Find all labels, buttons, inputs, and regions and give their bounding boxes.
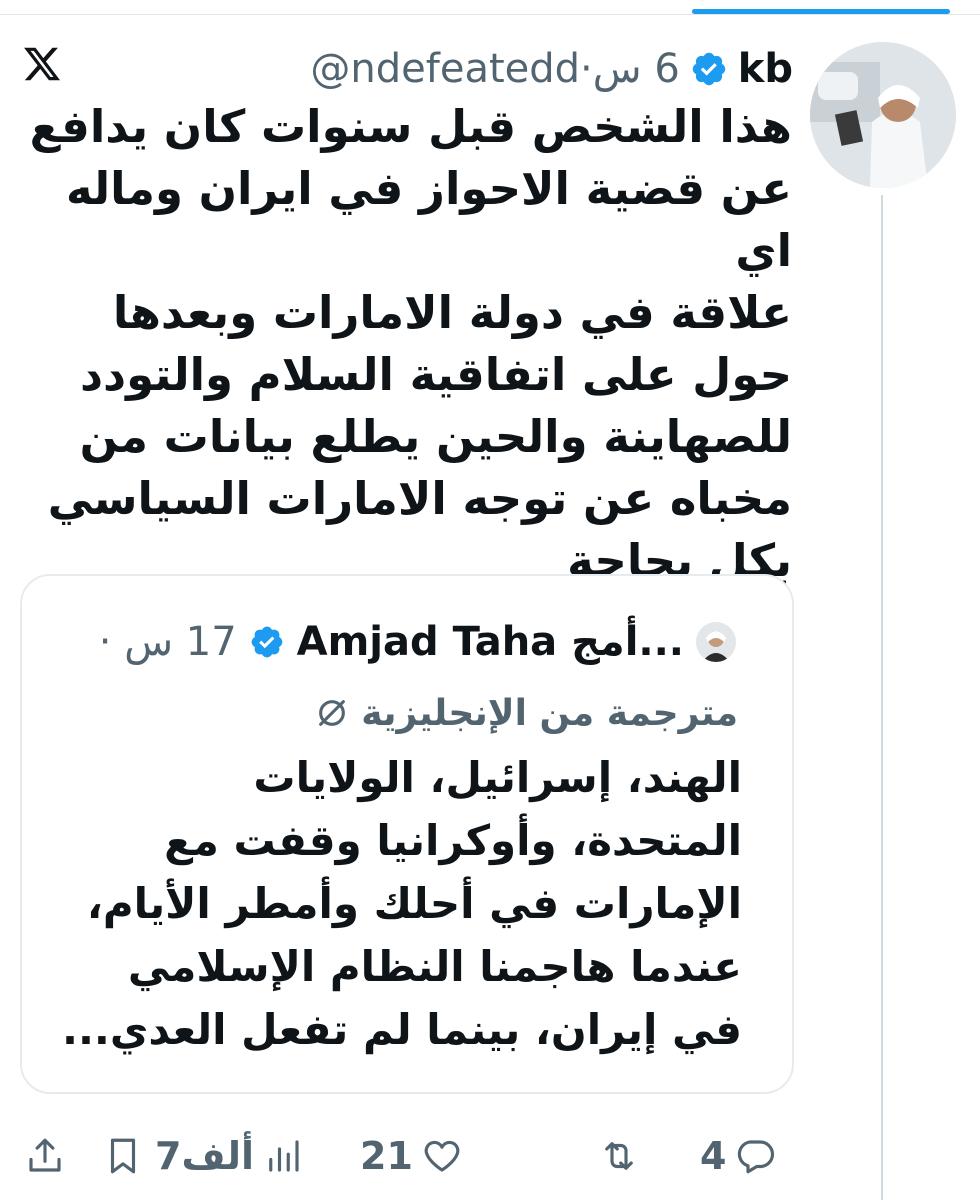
translated-from-english-label: مترجمة من الإنجليزية	[361, 692, 738, 734]
quote-text: الهند، إسرائيل، الولايات المتحدة، وأوكرا…	[62, 753, 742, 1054]
avatar-photo-icon	[810, 42, 956, 188]
thread-connector	[881, 195, 883, 1200]
meta-separator: ·	[580, 46, 593, 92]
tweet-time: 6 س	[592, 46, 680, 92]
retweet-button[interactable]	[590, 1128, 640, 1184]
tweet-header: kb @ndefeatedd·6 س	[310, 42, 793, 96]
active-tab-indicator	[692, 9, 950, 14]
author-avatar[interactable]	[810, 42, 956, 188]
reply-count: 4	[700, 1134, 727, 1178]
quote-header: Amjad Taha أمج... · 17 س	[99, 616, 736, 668]
share-icon	[29, 1138, 61, 1172]
tweet-handle-time[interactable]: @ndefeatedd·6 س	[310, 46, 679, 92]
views-button[interactable]: 7ألف	[155, 1128, 304, 1184]
verified-badge-icon	[692, 52, 725, 86]
quote-verified-badge-icon	[251, 626, 283, 658]
retweet-icon	[605, 1142, 633, 1170]
author-handle: @ndefeatedd	[310, 46, 581, 92]
heart-icon	[424, 1140, 460, 1172]
quoted-tweet-card[interactable]: Amjad Taha أمج... · 17 س مترجمة من الإنج…	[20, 574, 794, 1094]
like-count: 21	[360, 1134, 413, 1178]
tweet-action-bar: 4 21 7ألف	[0, 1128, 980, 1184]
reply-button[interactable]: 4	[700, 1128, 776, 1184]
like-button[interactable]: 21	[360, 1128, 463, 1184]
quote-avatar-photo-icon	[696, 622, 736, 662]
quote-author-avatar	[696, 622, 736, 662]
x-logo-icon[interactable]	[22, 44, 62, 84]
quote-author-name: Amjad Taha أمج...	[296, 619, 684, 665]
bookmark-button[interactable]	[102, 1128, 144, 1184]
quote-separator: ·	[98, 619, 112, 665]
views-count: 7ألف	[155, 1134, 255, 1178]
bookmark-icon	[110, 1138, 136, 1174]
views-icon	[269, 1140, 299, 1172]
quote-time: · 17 س	[99, 619, 237, 665]
tweet-page: kb @ndefeatedd·6 س هذا الشخص قبل سنوات ك…	[0, 0, 980, 1200]
quote-time-value: 17 س	[124, 619, 237, 665]
share-button[interactable]	[24, 1128, 66, 1184]
top-divider	[0, 14, 980, 15]
translate-toggle-icon	[319, 700, 346, 726]
author-name[interactable]: kb	[738, 46, 793, 92]
reply-icon	[738, 1140, 775, 1174]
tweet-text: هذا الشخص قبل سنوات كان يدافع عن قضية ال…	[29, 100, 792, 587]
translated-row[interactable]: مترجمة من الإنجليزية	[315, 688, 738, 738]
